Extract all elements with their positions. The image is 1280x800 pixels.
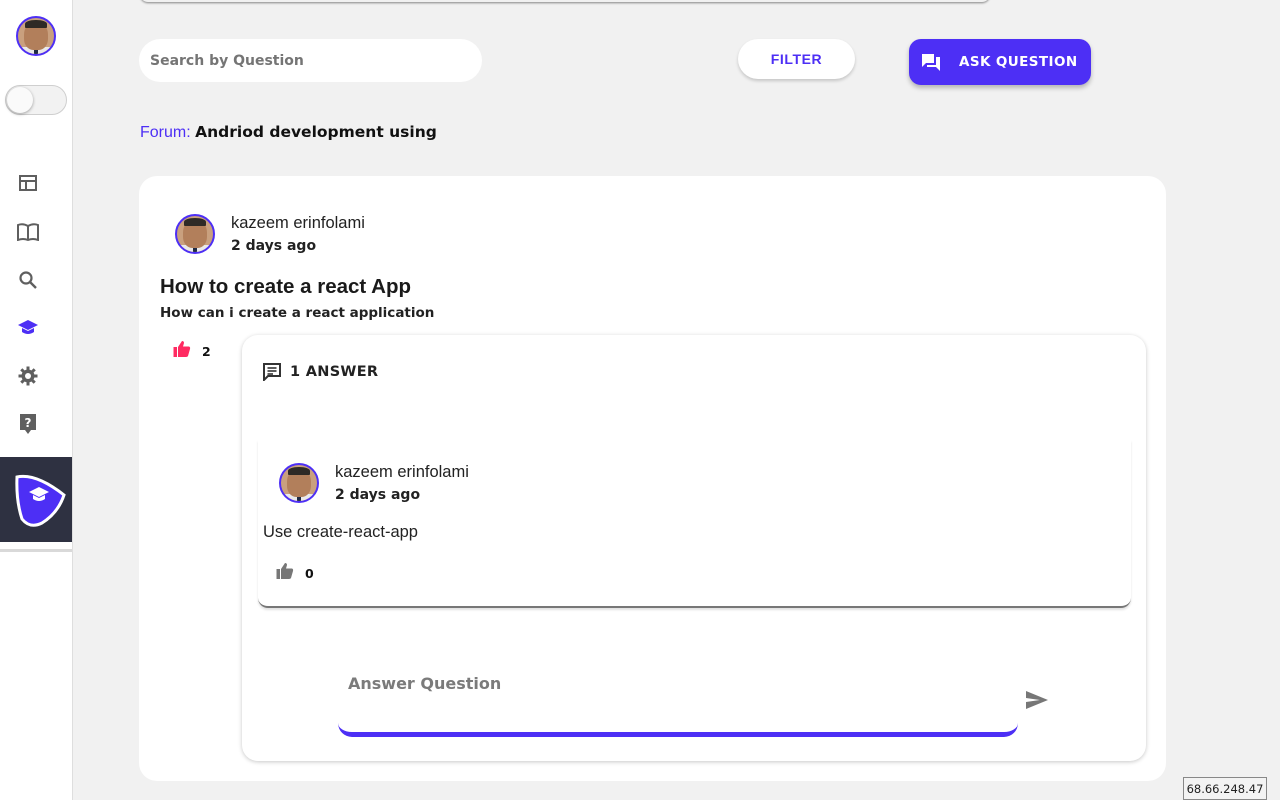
logo-icon	[15, 474, 66, 527]
help-icon[interactable]: ?	[16, 412, 40, 436]
settings-icon[interactable]	[16, 364, 40, 388]
sidebar: ?	[0, 0, 73, 800]
search-icon[interactable]	[16, 268, 40, 292]
question-timestamp: 2 days ago	[231, 238, 317, 254]
toggle-knob	[7, 87, 33, 113]
answer-author-avatar[interactable]	[279, 463, 319, 503]
school-icon[interactable]	[16, 316, 40, 340]
answer-like-count: 0	[305, 565, 314, 581]
top-tabs-edge	[140, 0, 990, 2]
answers-count: 1 ANSWER	[290, 364, 379, 380]
question-author-avatar[interactable]	[175, 214, 215, 254]
answers-header: 1 ANSWER	[263, 362, 378, 382]
answer-like: 0	[276, 562, 314, 584]
search-input[interactable]	[139, 39, 482, 82]
ask-question-button[interactable]: ASK QUESTION	[909, 39, 1091, 85]
question-body: How can i create a react application	[160, 305, 435, 321]
breadcrumb: Forum: Andriod development using	[140, 123, 437, 142]
theme-toggle[interactable]	[5, 85, 67, 115]
forum-icon	[921, 52, 941, 72]
send-icon[interactable]	[1024, 688, 1050, 712]
ip-address-badge: 68.66.248.47	[1183, 777, 1267, 800]
forum-name: Andriod development using	[195, 123, 437, 141]
comment-icon	[263, 362, 283, 382]
svg-text:?: ?	[25, 416, 32, 430]
breadcrumb-label: Forum:	[140, 124, 191, 141]
answer-text: Use create-react-app	[263, 523, 418, 541]
ask-question-label: ASK QUESTION	[959, 54, 1078, 70]
book-icon[interactable]	[16, 220, 40, 244]
filter-button[interactable]: FILTER	[738, 39, 855, 79]
brand-logo[interactable]	[0, 457, 72, 542]
sidebar-divider	[0, 549, 72, 552]
question-title: How to create a react App	[160, 275, 412, 298]
question-author-name: kazeem erinfolami	[231, 214, 365, 232]
question-like-count: 2	[202, 343, 211, 359]
answer-input-container	[338, 660, 1018, 737]
dashboard-icon[interactable]	[16, 171, 40, 195]
thumb-up-icon[interactable]	[276, 562, 294, 584]
thumb-up-icon[interactable]	[173, 340, 191, 362]
answer-input[interactable]	[338, 660, 1018, 732]
question-like: 2	[173, 340, 211, 362]
answer-timestamp: 2 days ago	[335, 487, 421, 503]
user-avatar[interactable]	[16, 16, 56, 56]
answer-author-name: kazeem erinfolami	[335, 463, 469, 481]
